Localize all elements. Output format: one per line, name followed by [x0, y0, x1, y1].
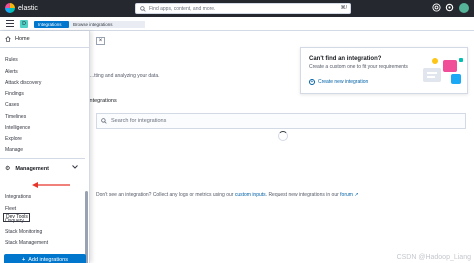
global-search-input[interactable]: Find apps, content, and more. ⌘/ — [135, 3, 351, 14]
user-avatar[interactable] — [459, 3, 469, 13]
home-icon — [5, 36, 11, 42]
nav-item-cases[interactable]: Cases — [5, 102, 19, 108]
plus-circle-icon: + — [309, 79, 315, 85]
footer-prefix: Don't see an integration? Collect any lo… — [96, 192, 235, 198]
nav-home[interactable]: Home — [0, 31, 90, 48]
chevron-down-icon[interactable] — [72, 165, 78, 171]
annotation-arrow-icon — [32, 182, 70, 188]
nav-item-osquery[interactable]: Osquery — [5, 218, 24, 224]
help-icon[interactable] — [431, 3, 441, 13]
nav-home-label: Home — [15, 36, 30, 42]
custom-integration-card: Can't find an integration? Create a cust… — [300, 47, 468, 94]
nav-scrollbar[interactable] — [85, 191, 88, 263]
watermark: CSDN @Hadoop_Liang — [396, 254, 471, 261]
logo-text: elastic — [18, 4, 38, 12]
page-description: ...tting and analyzing your data. — [90, 73, 160, 79]
create-new-integration-link[interactable]: + Create new integration — [309, 79, 368, 85]
nav-item-manage[interactable]: Manage — [5, 147, 23, 153]
breadcrumb-bar: D Integrations Browse integrations — [0, 17, 474, 31]
space-avatar[interactable]: D — [20, 20, 28, 28]
side-navigation: Home Rules Alerts Attack discovery Findi… — [0, 31, 90, 263]
nav-item-stack-management[interactable]: Stack Management — [5, 240, 48, 246]
nav-item-timelines[interactable]: Timelines — [5, 114, 26, 120]
nav-item-fleet[interactable]: Fleet — [5, 206, 16, 212]
loading-spinner-icon — [278, 131, 288, 141]
breadcrumb-browse-integrations: Browse integrations — [69, 21, 145, 28]
integrations-heading: Integrations — [88, 98, 117, 104]
breadcrumb-integrations[interactable]: Integrations — [34, 21, 69, 28]
search-placeholder: Find apps, content, and more. — [149, 5, 216, 12]
nav-item-intelligence[interactable]: Intelligence — [5, 125, 30, 131]
integrations-search-input[interactable]: Search for integrations — [96, 113, 466, 129]
add-integrations-label: Add integrations — [28, 257, 68, 263]
gear-icon: ⚙ — [5, 166, 11, 172]
nav-item-stack-monitoring[interactable]: Stack Monitoring — [5, 229, 42, 235]
nav-item-explore[interactable]: Explore — [5, 136, 22, 142]
nav-item-findings[interactable]: Findings — [5, 91, 24, 97]
external-link-icon: ↗ — [352, 192, 359, 198]
footer-note: Don't see an integration? Collect any lo… — [96, 192, 359, 198]
create-new-integration-label: Create new integration — [318, 79, 369, 85]
card-subtitle: Create a custom one to fit your requirem… — [309, 64, 408, 70]
search-shortcut: ⌘/ — [340, 5, 347, 11]
card-title: Can't find an integration? — [309, 56, 382, 62]
footer-middle: . Request new integrations in our — [265, 192, 341, 198]
search-icon — [101, 118, 107, 124]
nav-item-attack-discovery[interactable]: Attack discovery — [5, 80, 41, 86]
close-icon[interactable]: × — [96, 37, 105, 45]
search-icon — [140, 5, 146, 12]
add-integrations-button[interactable]: + Add integrations — [4, 254, 86, 263]
custom-inputs-link[interactable]: custom inputs — [235, 192, 266, 198]
nav-item-integrations[interactable]: Integrations — [5, 194, 31, 200]
integrations-search-placeholder: Search for integrations — [111, 118, 167, 124]
elastic-logo[interactable]: elastic — [5, 3, 38, 13]
nav-item-rules[interactable]: Rules — [5, 57, 18, 63]
nav-divider — [0, 158, 85, 159]
menu-toggle-icon[interactable] — [6, 20, 14, 29]
elastic-logo-icon — [5, 3, 15, 13]
nav-section-management[interactable]: ⚙ Management — [5, 165, 50, 173]
nav-item-alerts[interactable]: Alerts — [5, 69, 18, 75]
newsfeed-icon[interactable] — [444, 3, 454, 13]
forum-link[interactable]: forum — [340, 192, 353, 198]
nav-section-management-label: Management — [15, 165, 50, 172]
top-header: elastic Find apps, content, and more. ⌘/ — [0, 0, 474, 17]
integration-illustration-icon — [423, 58, 463, 84]
plus-icon: + — [22, 257, 26, 263]
